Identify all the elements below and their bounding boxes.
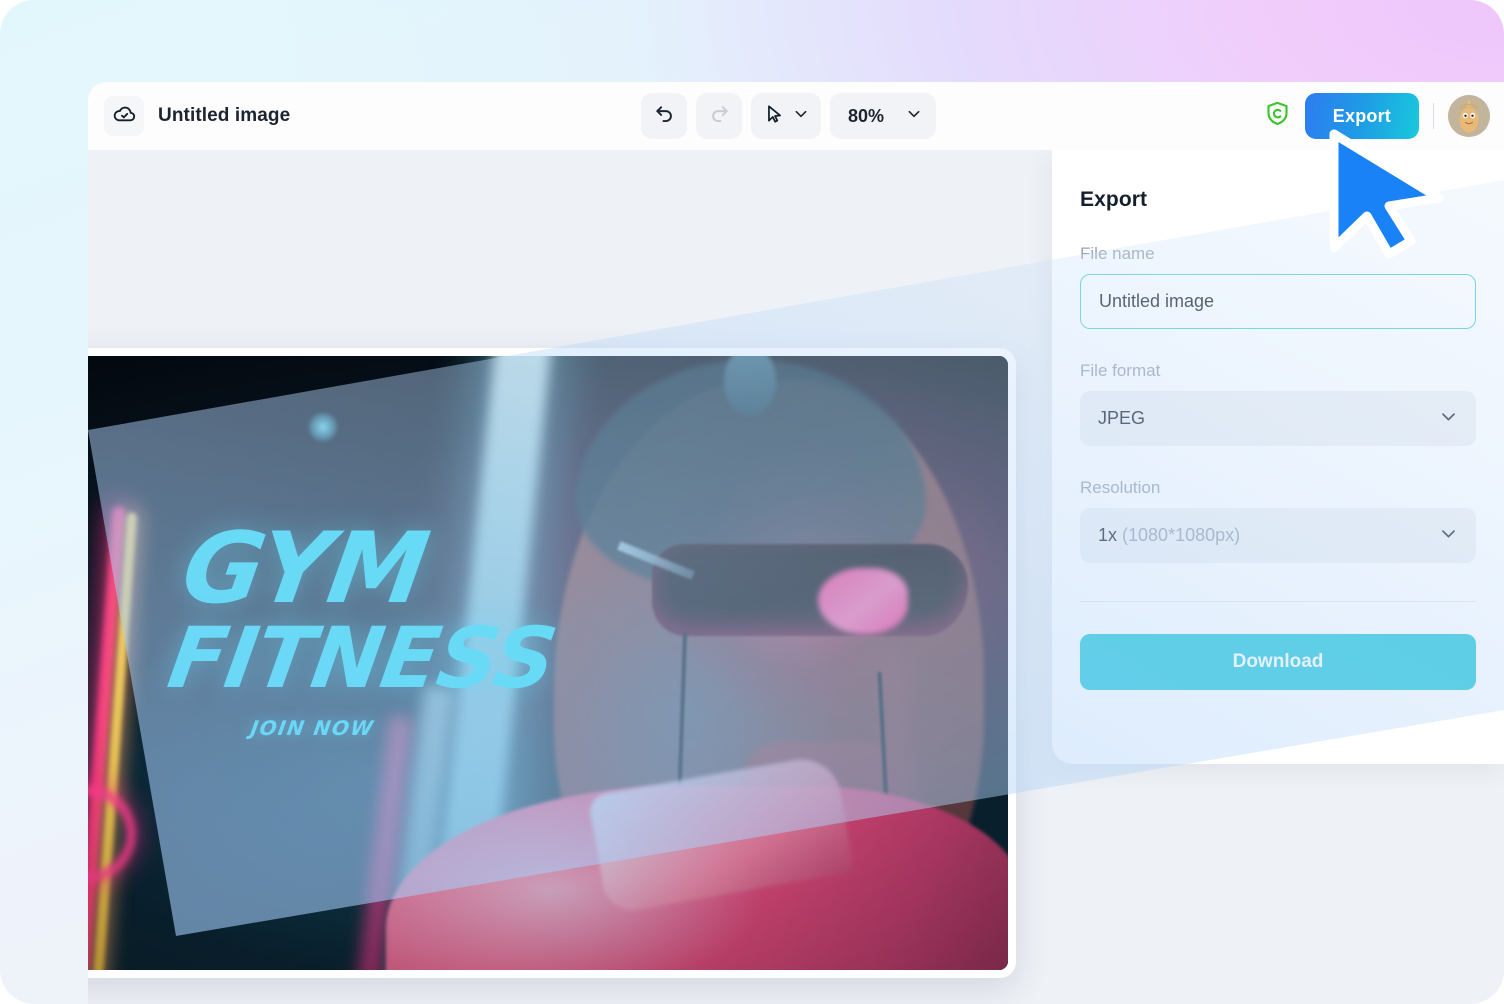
top-toolbar: Untitled image 80% Export [88, 82, 1504, 150]
canvas-stage: GYM FITNESS JOIN NOW Export File name Fi… [88, 150, 1504, 1004]
resolution-chevron-down-icon [1439, 524, 1458, 548]
file-format-value: JPEG [1098, 408, 1146, 428]
page-root: Untitled image 80% Export GYM FITNESS JO… [0, 0, 1504, 1004]
cloud-save-button[interactable] [104, 96, 144, 136]
toolbar-divider [1433, 103, 1434, 129]
document-title[interactable]: Untitled image [158, 105, 290, 127]
file-format-label: File format [1080, 361, 1161, 380]
cursor-tool-button[interactable] [751, 93, 821, 139]
undo-icon [653, 102, 676, 130]
undo-button[interactable] [641, 93, 687, 139]
artboard-image: GYM FITNESS JOIN NOW [88, 356, 1008, 970]
poster-headline-group: GYM FITNESS JOIN NOW [157, 512, 576, 741]
zoom-level-control[interactable]: 80% [830, 93, 937, 139]
export-panel: Export File name File format JPEG Resolu… [1052, 150, 1504, 764]
file-name-label: File name [1080, 244, 1155, 263]
zoom-level-value: 80% [848, 105, 885, 126]
export-button[interactable]: Export [1304, 93, 1419, 139]
redo-icon [708, 102, 731, 130]
resolution-scale: 1x [1098, 525, 1118, 545]
headline-line-2: FITNESS [162, 609, 563, 708]
headline-cta: JOIN NOW [248, 716, 377, 741]
resolution-select[interactable]: 1x (1080*1080px) [1080, 508, 1476, 563]
zoom-chevron-down-icon [906, 106, 922, 127]
avatar[interactable] [1448, 95, 1490, 137]
toolbar-right-group: Export [1264, 82, 1490, 150]
toolbar-left-group: Untitled image [88, 96, 290, 136]
panel-divider [1080, 601, 1476, 602]
resolution-value: 1x (1080*1080px) [1098, 525, 1240, 546]
resolution-label: Resolution [1080, 478, 1161, 497]
cursor-tool-chevron-down-icon [793, 106, 809, 127]
cursor-arrow-icon [763, 103, 785, 130]
redo-button[interactable] [696, 93, 742, 139]
file-format-select[interactable]: JPEG [1080, 391, 1476, 446]
toolbar-center-group: 80% [641, 82, 937, 150]
artboard[interactable]: GYM FITNESS JOIN NOW [88, 348, 1016, 978]
download-button[interactable]: Download [1080, 634, 1476, 690]
resolution-dimensions: (1080*1080px) [1122, 525, 1241, 545]
cloud-check-icon [112, 101, 137, 131]
shield-c-icon[interactable] [1264, 100, 1291, 132]
export-panel-title: Export [1080, 188, 1148, 211]
file-name-input[interactable] [1080, 274, 1476, 329]
headline-line-1: GYM [174, 512, 435, 626]
file-format-chevron-down-icon [1439, 407, 1458, 431]
app-window: Untitled image 80% Export GYM FITNESS JO… [88, 82, 1504, 1004]
